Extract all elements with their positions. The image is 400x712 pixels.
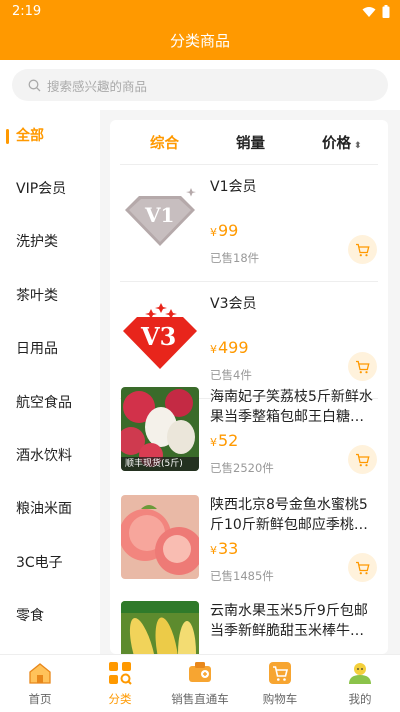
profile-icon xyxy=(349,663,371,684)
category-sidebar: 全部 VIP会员 洗护类 茶叶类 日用品 航空食品 酒水饮料 粮油米面 3C电子… xyxy=(0,110,100,654)
sidebar-item-daily[interactable]: 日用品 xyxy=(0,323,100,376)
product-price: ¥52 xyxy=(210,431,238,450)
product-sold-count: 已售2520件 xyxy=(210,461,274,475)
sidebar-item-label: 全部 xyxy=(16,128,44,144)
currency-symbol: ¥ xyxy=(210,343,217,356)
sidebar-item-label: 零食 xyxy=(16,608,44,624)
tab-cart[interactable]: 购物车 xyxy=(240,655,320,712)
product-name: 海南妃子笑荔枝5斤新鲜水果当季整箱包邮王白糖… xyxy=(210,389,373,425)
price-value: 99 xyxy=(218,221,239,240)
peach-image xyxy=(121,495,199,579)
product-panel: 综合 销量 价格 ⬍ V1 V1会员 ¥99 已售18件 V3 V3会员 ¥49… xyxy=(110,120,388,654)
product-sold-count: 已售18件 xyxy=(210,251,260,265)
currency-symbol: ¥ xyxy=(210,544,217,557)
add-to-cart-button[interactable] xyxy=(348,553,377,582)
sidebar-item-drinks[interactable]: 酒水饮料 xyxy=(0,430,100,483)
tab-label: 销售直通车 xyxy=(171,692,229,706)
svg-text:V3: V3 xyxy=(140,322,176,351)
product-item[interactable]: 陕西北京8号金鱼水蜜桃5斤10斤新鲜包邮应季桃… ¥33 已售1485件 xyxy=(110,482,388,599)
sort-price-label: 价格 xyxy=(322,136,351,152)
sort-toggle-icon: ⬍ xyxy=(354,141,362,151)
product-name: V1会员 xyxy=(210,179,257,195)
sidebar-item-label: 茶叶类 xyxy=(16,288,58,304)
tab-label: 分类 xyxy=(108,692,132,706)
active-indicator xyxy=(6,129,9,144)
page-header: 分类商品 xyxy=(0,24,400,60)
sidebar-item-vip[interactable]: VIP会员 xyxy=(0,163,100,216)
home-icon xyxy=(29,663,51,684)
sidebar-item-label: VIP会员 xyxy=(16,181,67,197)
svg-text:V1: V1 xyxy=(144,203,174,227)
sidebar-item-all[interactable]: 全部 xyxy=(0,110,100,163)
wifi-icon xyxy=(362,6,376,17)
tab-label: 购物车 xyxy=(262,692,298,706)
tab-profile[interactable]: 我的 xyxy=(320,655,400,712)
sidebar-item-grain-oil[interactable]: 粮油米面 xyxy=(0,483,100,536)
cart-icon xyxy=(356,243,370,256)
sidebar-item-snacks[interactable]: 零食 xyxy=(0,590,100,643)
sort-bar: 综合 销量 价格 ⬍ xyxy=(110,120,388,164)
product-name: 陕西北京8号金鱼水蜜桃5斤10斤新鲜包邮应季桃… xyxy=(210,497,368,533)
cart-icon xyxy=(356,360,370,373)
tab-label: 首页 xyxy=(28,692,52,706)
tab-home[interactable]: 首页 xyxy=(0,655,80,712)
sidebar-item-tea[interactable]: 茶叶类 xyxy=(0,270,100,323)
page-title: 分类商品 xyxy=(169,32,230,50)
tab-sales[interactable]: 销售直通车 xyxy=(160,655,240,712)
sidebar-item-electronics[interactable]: 3C电子 xyxy=(0,537,100,590)
sidebar-item-label: 日用品 xyxy=(16,341,58,357)
sort-sales-tab[interactable]: 销量 xyxy=(236,132,265,153)
cart-icon xyxy=(356,453,370,466)
sidebar-item-care[interactable]: 洗护类 xyxy=(0,216,100,269)
product-item[interactable]: 云南水果玉米5斤9斤包邮当季新鲜脆甜玉米棒牛… xyxy=(110,588,388,654)
v1-badge-image: V1 xyxy=(121,180,199,264)
status-icons xyxy=(362,5,390,18)
cart-icon xyxy=(269,662,291,684)
battery-icon xyxy=(382,5,390,18)
bottom-tab-bar: 首页 分类 销售直通车 购物车 我的 xyxy=(0,654,400,712)
product-name: V3会员 xyxy=(210,296,257,312)
sales-icon xyxy=(189,662,211,682)
sidebar-item-label: 粮油米面 xyxy=(16,501,72,517)
image-caption: 顺丰现货(5斤) xyxy=(125,459,183,469)
add-to-cart-button[interactable] xyxy=(348,235,377,264)
product-price: ¥499 xyxy=(210,338,249,357)
product-price: ¥99 xyxy=(210,221,238,240)
sort-comprehensive-tab[interactable]: 综合 xyxy=(150,132,179,153)
sidebar-item-label: 3C电子 xyxy=(16,555,63,571)
category-icon xyxy=(109,662,132,685)
status-time: 2:19 xyxy=(12,4,42,19)
v3-badge-image: V3 xyxy=(121,297,199,381)
product-item[interactable]: 顺丰现货(5斤) 海南妃子笑荔枝5斤新鲜水果当季整箱包邮王白糖… ¥52 已售2… xyxy=(110,374,388,491)
corn-image xyxy=(121,601,199,654)
cart-icon xyxy=(356,561,370,574)
currency-symbol: ¥ xyxy=(210,226,217,239)
tab-label: 我的 xyxy=(348,692,372,706)
price-value: 52 xyxy=(218,431,239,450)
product-name: 云南水果玉米5斤9斤包邮当季新鲜脆甜玉米棒牛… xyxy=(210,603,368,639)
product-item[interactable]: V1 V1会员 ¥99 已售18件 xyxy=(110,164,388,281)
search-placeholder: 搜索感兴趣的商品 xyxy=(47,78,148,94)
sidebar-item-label: 洗护类 xyxy=(16,234,58,250)
lychee-image: 顺丰现货(5斤) xyxy=(121,387,199,471)
add-to-cart-button[interactable] xyxy=(348,445,377,474)
currency-symbol: ¥ xyxy=(210,436,217,449)
search-area: 搜索感兴趣的商品 xyxy=(0,60,400,110)
price-value: 33 xyxy=(218,539,239,558)
product-price: ¥33 xyxy=(210,539,238,558)
search-icon xyxy=(28,79,41,91)
sidebar-item-airline-food[interactable]: 航空食品 xyxy=(0,377,100,430)
product-sold-count: 已售1485件 xyxy=(210,569,274,583)
sidebar-item-label: 酒水饮料 xyxy=(16,448,72,464)
status-bar: 2:19 xyxy=(0,0,400,24)
search-input[interactable]: 搜索感兴趣的商品 xyxy=(12,69,388,101)
sidebar-item-label: 航空食品 xyxy=(16,395,72,411)
sort-price-tab[interactable]: 价格 ⬍ xyxy=(322,132,362,153)
price-value: 499 xyxy=(218,338,249,357)
tab-category[interactable]: 分类 xyxy=(80,655,160,712)
